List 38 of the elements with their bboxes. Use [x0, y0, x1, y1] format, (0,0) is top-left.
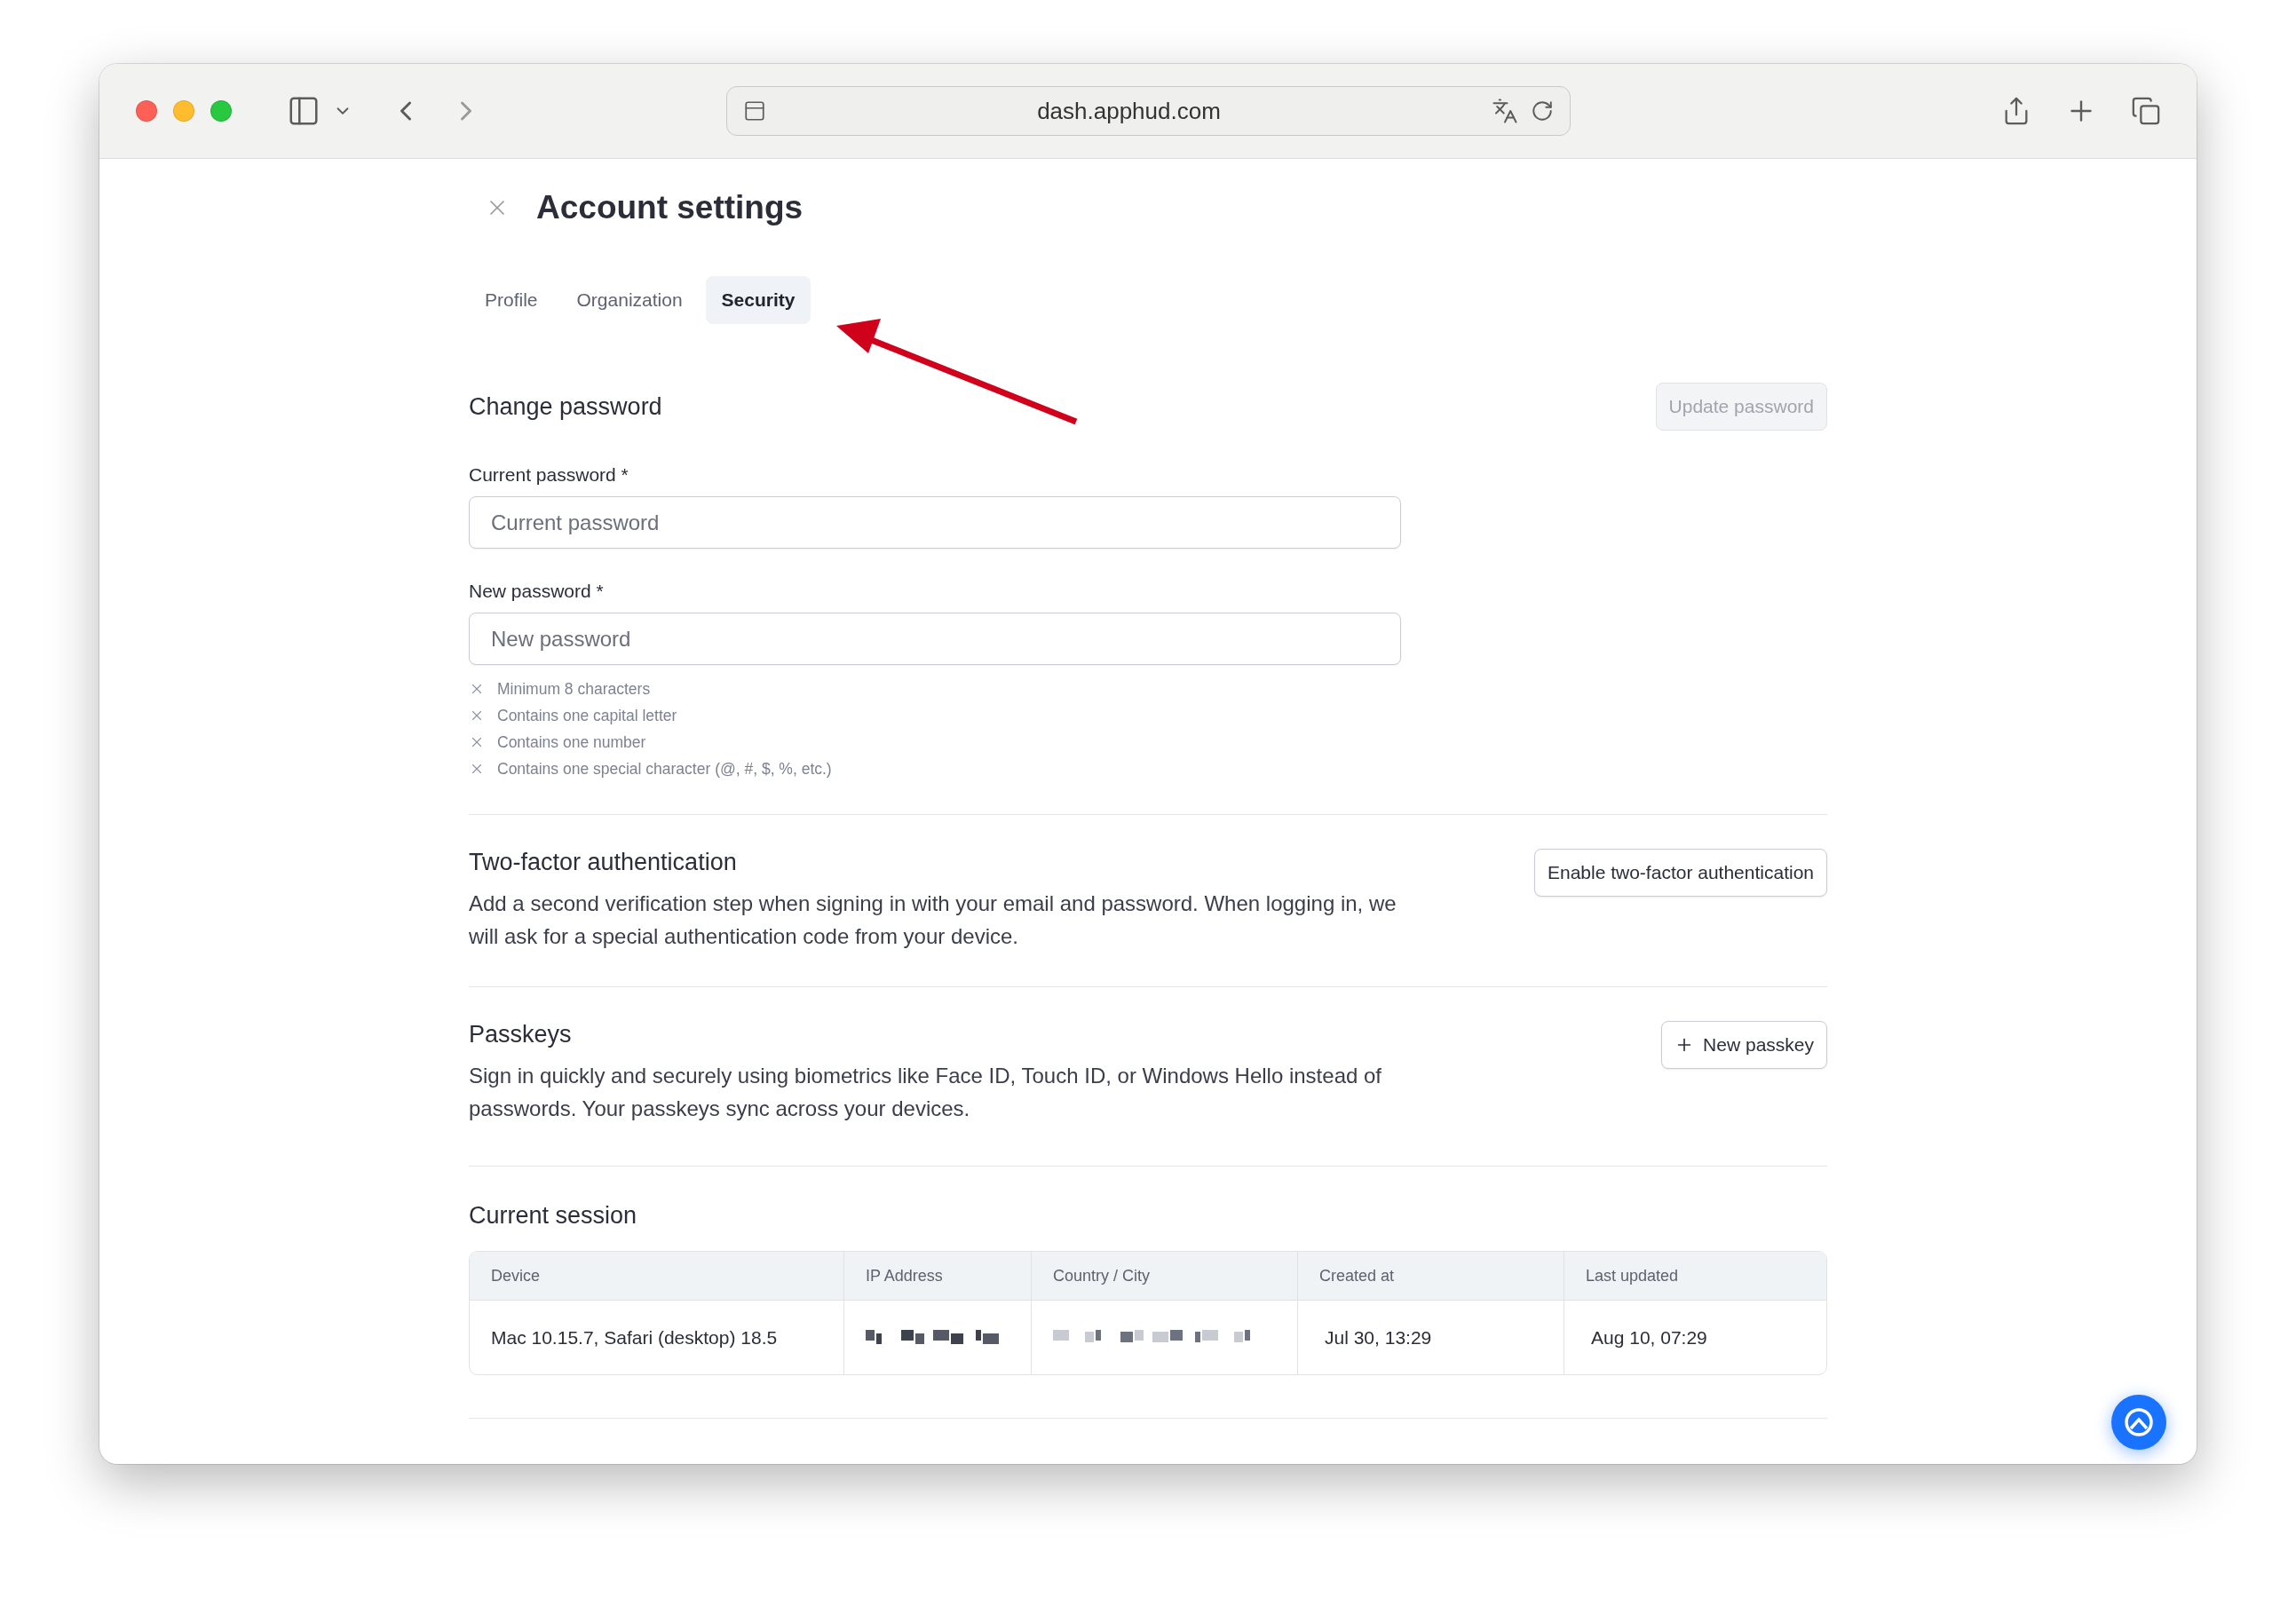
field-label: Current password * — [469, 464, 629, 486]
enable-2fa-button[interactable]: Enable two-factor authentication — [1533, 849, 1827, 897]
table-cell: Jul 30, 13:29 — [1325, 1326, 1432, 1349]
page-menu-icon[interactable] — [743, 99, 766, 123]
section-title: Passkeys — [469, 1021, 573, 1048]
column-header: Device — [470, 1252, 844, 1301]
close-window-button[interactable] — [136, 100, 157, 122]
section-title: Change password — [469, 393, 662, 421]
password-field[interactable]: New password — [469, 613, 1401, 665]
column-header: Last updated — [1564, 1252, 1826, 1301]
new-passkey-button[interactable]: New passkey — [1661, 1021, 1827, 1069]
translate-icon[interactable] — [1492, 98, 1518, 124]
section-description: Add a second verification step when signing in with your email and password. When logging in, we will ask for a special authentication code from your device. — [469, 890, 1397, 950]
chevron-circle-icon — [2124, 1407, 2154, 1437]
password-field[interactable]: Current password — [469, 496, 1401, 549]
section-title: Current session — [469, 1202, 638, 1230]
tabs-overview-icon[interactable] — [2131, 96, 2161, 126]
settings-tab[interactable]: Organization — [560, 276, 699, 324]
column-header: Country / City — [1032, 1252, 1298, 1301]
requirement-text: Contains one number — [497, 732, 646, 752]
requirement-text: Contains one special character (@, #, $, %, etc.) — [497, 759, 832, 779]
reload-icon[interactable] — [1531, 99, 1554, 123]
settings-tab[interactable]: Profile — [469, 276, 554, 324]
requirement-text: Minimum 8 characters — [497, 679, 651, 699]
url-text: dash.apphud.com — [1036, 97, 1222, 125]
table-cell: Mac 10.15.7, Safari (desktop) 18.5 — [491, 1326, 778, 1349]
table-cell: Aug 10, 07:29 — [1591, 1326, 1707, 1349]
settings-tab[interactable]: Security — [705, 276, 812, 324]
page-title: Account settings — [536, 189, 804, 226]
field-label: New password * — [469, 581, 605, 602]
column-header: IP Address — [844, 1252, 1032, 1301]
address-bar[interactable]: dash.apphud.com — [726, 86, 1571, 136]
column-header: Created at — [1298, 1252, 1564, 1301]
section-title: Two-factor authentication — [469, 849, 738, 876]
section-description: Sign in quickly and securely using biometrics like Face ID, Touch ID, or Windows Hello instead of passwords. Your passkeys sync across your devices. — [469, 1063, 1382, 1122]
sidebar-icon[interactable] — [287, 94, 321, 128]
chat-button[interactable] — [2111, 1395, 2166, 1450]
requirement-text: Contains one capital letter — [497, 706, 677, 725]
